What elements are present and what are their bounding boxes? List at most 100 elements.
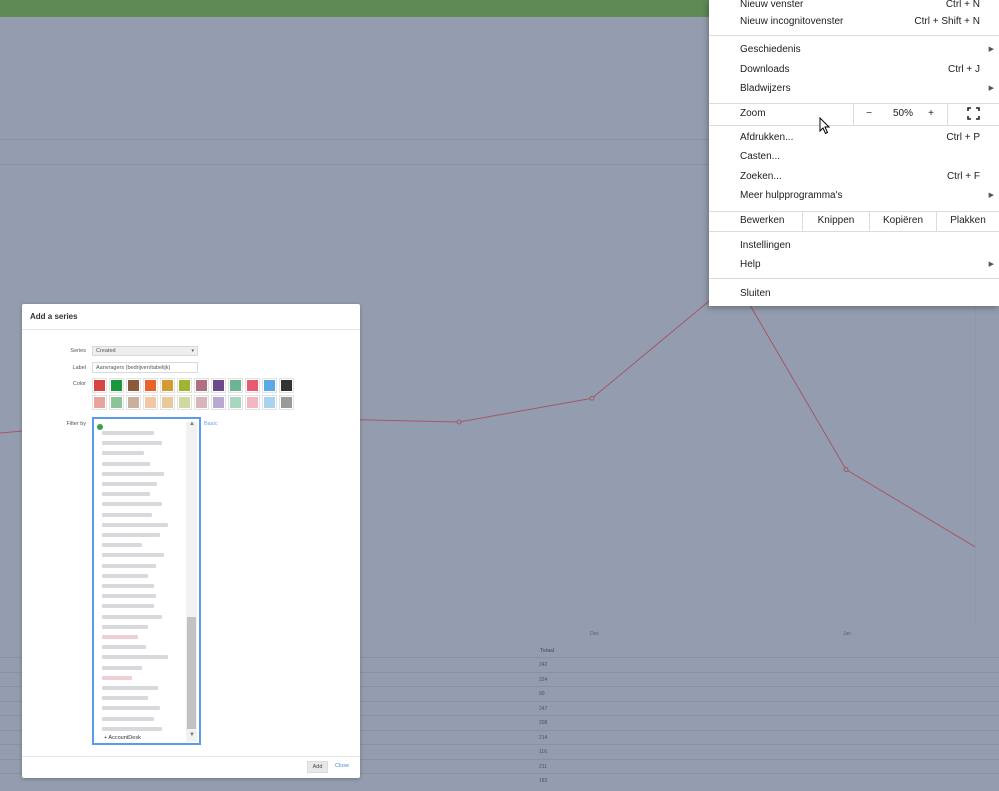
color-swatch[interactable] bbox=[211, 378, 226, 393]
list-item[interactable] bbox=[102, 594, 156, 599]
check-icon bbox=[97, 424, 103, 430]
table-cell: 116 bbox=[539, 749, 547, 755]
menu-separator bbox=[709, 125, 999, 126]
list-item[interactable] bbox=[102, 451, 144, 456]
color-swatch[interactable] bbox=[262, 395, 277, 410]
menu-item-more-tools[interactable]: Meer hulpprogramma's bbox=[740, 189, 843, 203]
table-cell: 211 bbox=[539, 763, 547, 770]
color-swatch[interactable] bbox=[194, 378, 209, 393]
shortcut: Ctrl + N bbox=[945, 0, 980, 10]
list-item[interactable] bbox=[102, 726, 162, 731]
list-item[interactable] bbox=[102, 482, 157, 486]
list-item[interactable] bbox=[102, 686, 158, 690]
list-item[interactable] bbox=[102, 502, 162, 507]
menu-item-history[interactable]: Geschiedenis bbox=[740, 43, 801, 57]
scroll-up-icon[interactable]: ▲ bbox=[189, 421, 195, 427]
list-item[interactable] bbox=[102, 696, 148, 701]
scrollbar-thumb[interactable] bbox=[187, 617, 196, 729]
zoom-out-button[interactable]: − bbox=[861, 107, 877, 121]
list-item[interactable] bbox=[102, 563, 156, 568]
chevron-right-icon: ▶ bbox=[988, 85, 994, 92]
menu-item-cast[interactable]: Casten... bbox=[740, 150, 780, 164]
list-item[interactable] bbox=[102, 635, 138, 639]
add-series-dialog: Add a series Series Created ▾ Label Aanv… bbox=[22, 304, 360, 778]
list-item[interactable] bbox=[102, 543, 142, 548]
scroll-down-icon[interactable]: ▼ bbox=[189, 732, 195, 738]
series-select[interactable]: Created ▾ bbox=[92, 346, 198, 356]
divider bbox=[22, 756, 360, 757]
cut-button[interactable]: Knippen bbox=[802, 211, 869, 231]
list-item[interactable] bbox=[102, 533, 160, 537]
color-swatch[interactable] bbox=[177, 395, 192, 410]
close-button[interactable]: Close bbox=[335, 763, 349, 769]
list-item[interactable] bbox=[102, 431, 154, 435]
color-swatch[interactable] bbox=[126, 378, 141, 393]
list-item[interactable] bbox=[102, 553, 164, 558]
list-item[interactable] bbox=[102, 604, 154, 609]
menu-item-print[interactable]: Afdrukken... bbox=[740, 131, 793, 145]
list-item[interactable] bbox=[102, 492, 150, 497]
table-cell: 208 bbox=[539, 720, 548, 726]
color-swatch[interactable] bbox=[177, 378, 192, 393]
list-item[interactable] bbox=[102, 706, 160, 711]
filter-label: Filter by bbox=[66, 421, 86, 427]
filter-list[interactable]: ▲ ▼ + AccountDesk bbox=[92, 417, 201, 745]
color-swatch[interactable] bbox=[228, 378, 243, 393]
menu-item-incognito[interactable]: Nieuw incognitovenster bbox=[740, 15, 843, 29]
list-item[interactable] bbox=[102, 716, 154, 721]
color-swatch[interactable] bbox=[92, 395, 107, 410]
color-swatch[interactable] bbox=[143, 378, 158, 393]
color-swatch[interactable] bbox=[160, 395, 175, 410]
list-item[interactable] bbox=[102, 675, 132, 680]
menu-item-settings[interactable]: Instellingen bbox=[740, 239, 791, 253]
color-swatch[interactable] bbox=[109, 395, 124, 410]
color-swatch[interactable] bbox=[245, 378, 260, 393]
copy-button[interactable]: Kopiëren bbox=[869, 211, 936, 231]
menu-item-bookmarks[interactable]: Bladwijzers bbox=[740, 82, 791, 96]
color-swatch[interactable] bbox=[245, 395, 260, 410]
color-swatch[interactable] bbox=[194, 395, 209, 410]
list-item[interactable] bbox=[102, 655, 168, 660]
list-item[interactable] bbox=[102, 645, 146, 650]
list-item[interactable] bbox=[102, 665, 142, 670]
table-cell: 242 bbox=[539, 662, 548, 668]
color-label: Color bbox=[72, 381, 86, 387]
label-input[interactable]: Aanvragers (bedrijven/tabelijk) bbox=[92, 362, 198, 373]
list-item[interactable] bbox=[102, 461, 150, 466]
list-item[interactable] bbox=[102, 624, 148, 629]
label-label: Label bbox=[72, 365, 86, 371]
list-item[interactable] bbox=[102, 441, 162, 446]
color-swatch[interactable] bbox=[126, 395, 141, 410]
menu-item-help[interactable]: Help bbox=[740, 258, 761, 272]
color-swatch[interactable] bbox=[279, 378, 294, 393]
color-swatch[interactable] bbox=[109, 378, 124, 393]
color-swatch[interactable] bbox=[262, 378, 277, 393]
browser-menu: Nieuw venster Ctrl + N Nieuw incognitove… bbox=[709, 0, 999, 306]
table-cell: 214 bbox=[539, 734, 548, 741]
zoom-in-button[interactable]: + bbox=[923, 107, 939, 121]
color-swatch[interactable] bbox=[279, 395, 294, 410]
color-swatch[interactable] bbox=[160, 378, 175, 393]
list-item[interactable] bbox=[102, 573, 148, 578]
menu-item-new-window[interactable]: Nieuw venster bbox=[740, 0, 803, 12]
mouse-cursor-icon bbox=[819, 117, 831, 135]
color-swatch[interactable] bbox=[143, 395, 158, 410]
account-filter-item[interactable]: + AccountDesk bbox=[104, 735, 141, 741]
list-item[interactable] bbox=[102, 522, 168, 527]
add-button[interactable]: Add bbox=[307, 761, 328, 773]
color-swatch[interactable] bbox=[211, 395, 226, 410]
menu-item-find[interactable]: Zoeken... bbox=[740, 170, 782, 184]
paste-button[interactable]: Plakken bbox=[936, 211, 999, 231]
data-point bbox=[843, 467, 849, 473]
list-item[interactable] bbox=[102, 512, 152, 517]
fullscreen-icon[interactable] bbox=[967, 107, 980, 120]
menu-item-exit[interactable]: Sluiten bbox=[740, 287, 771, 301]
list-item[interactable] bbox=[102, 614, 162, 619]
list-item[interactable] bbox=[102, 471, 164, 476]
basic-link[interactable]: Basic bbox=[204, 421, 217, 427]
list-item[interactable] bbox=[102, 584, 154, 588]
table-header: Totaal bbox=[540, 648, 555, 654]
color-swatch[interactable] bbox=[228, 395, 243, 410]
color-swatch[interactable] bbox=[92, 378, 107, 393]
menu-item-downloads[interactable]: Downloads bbox=[740, 63, 789, 77]
